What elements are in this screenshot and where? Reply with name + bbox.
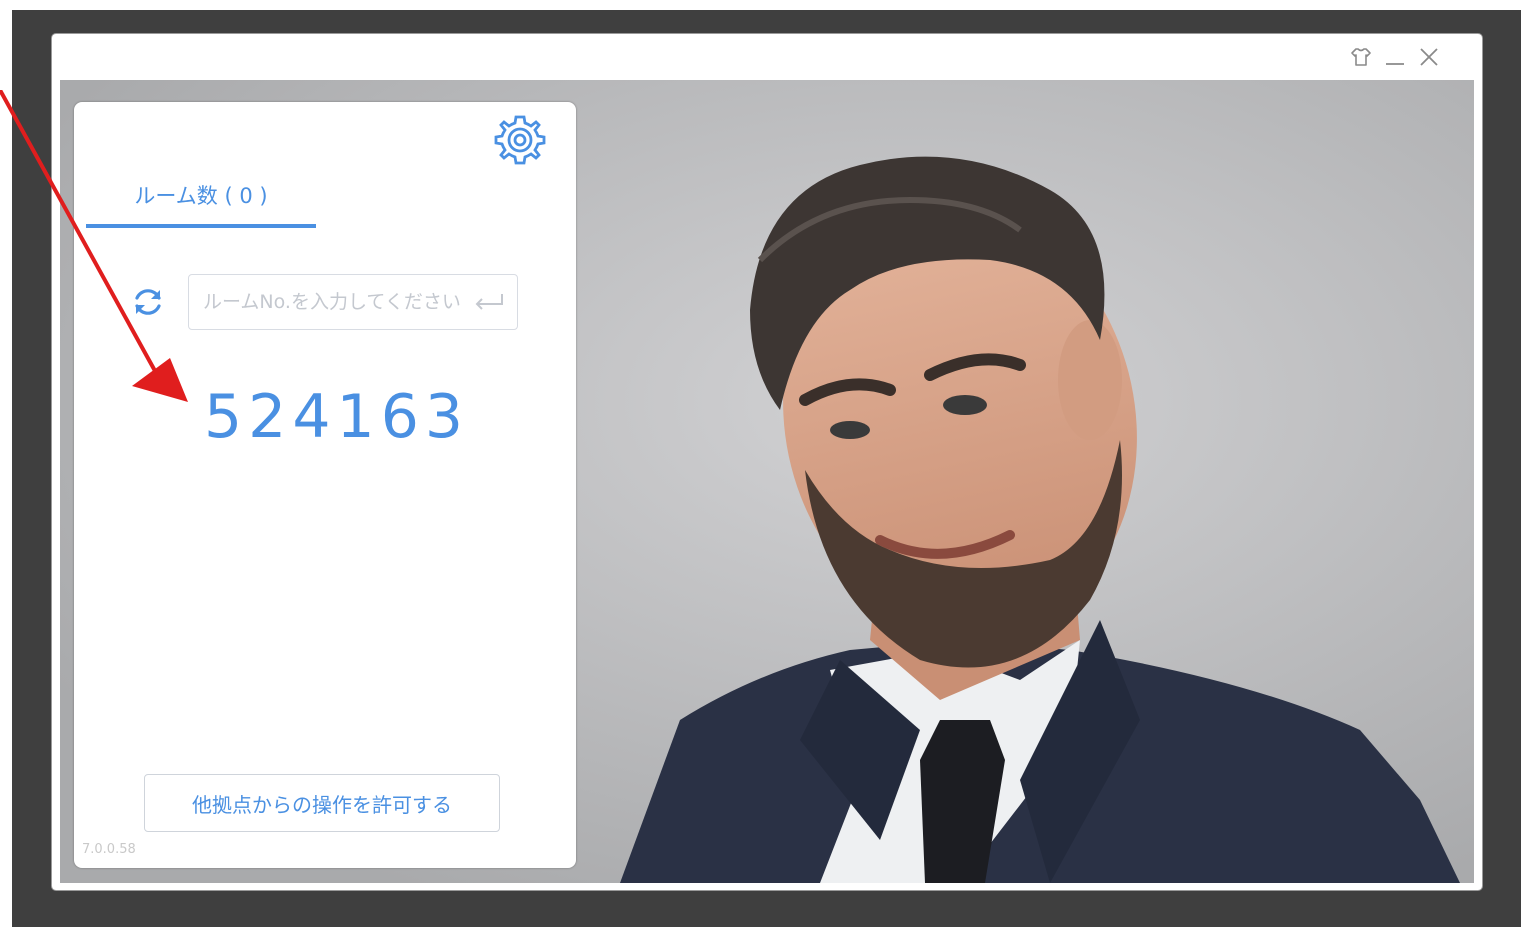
room-number-field <box>188 274 518 330</box>
tab-room-count-label: ルーム数 ( 0 ) <box>134 184 268 208</box>
room-panel: ルーム数 ( 0 ) ルームNo.を入力してください 524163 他拠点からの… <box>74 102 576 868</box>
refresh-icon[interactable] <box>130 284 166 320</box>
enter-icon[interactable] <box>471 290 507 314</box>
app-window: ルーム数 ( 0 ) ルームNo.を入力してください 524163 他拠点からの… <box>52 34 1482 890</box>
room-number-input[interactable] <box>189 275 469 329</box>
close-icon[interactable] <box>1416 44 1442 70</box>
allow-remote-control-button[interactable]: 他拠点からの操作を許可する <box>144 774 500 832</box>
gear-icon[interactable] <box>492 112 548 168</box>
skin-icon[interactable] <box>1348 44 1374 70</box>
tab-room-count[interactable]: ルーム数 ( 0 ) <box>86 176 316 228</box>
tab-active-indicator <box>86 224 316 228</box>
minimize-icon[interactable] <box>1382 44 1408 70</box>
version-label: 7.0.0.58 <box>82 842 136 857</box>
room-number-display: 524163 <box>204 382 470 452</box>
title-bar <box>52 34 1482 80</box>
